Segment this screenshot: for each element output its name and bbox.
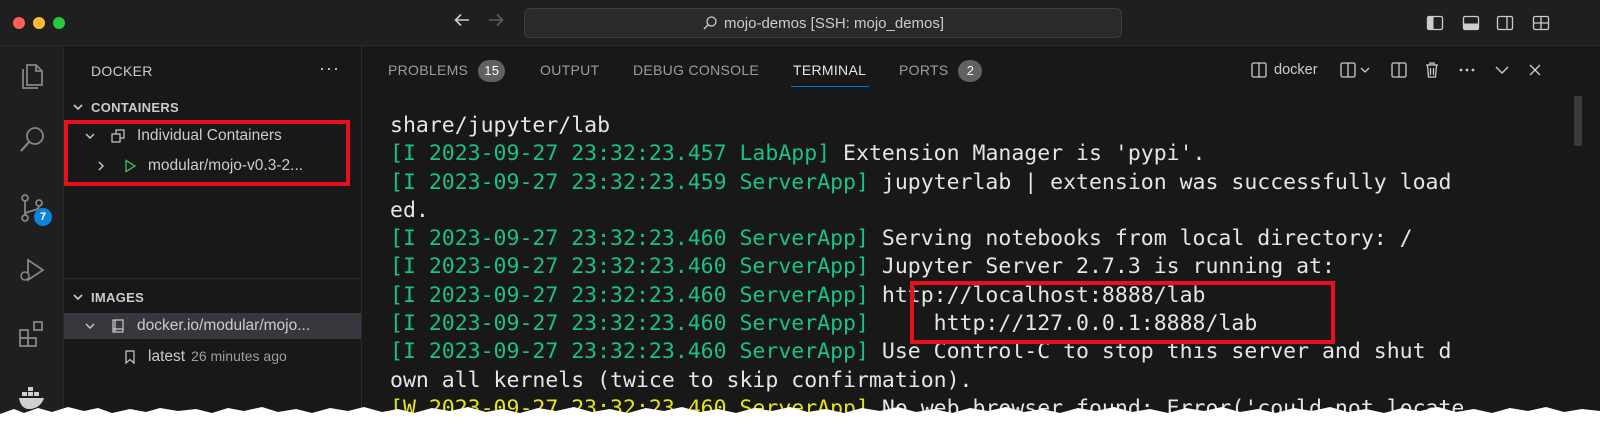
- extensions-icon[interactable]: [16, 318, 48, 350]
- images-section-header[interactable]: IMAGES: [64, 287, 361, 309]
- chevron-down-icon: [73, 294, 83, 301]
- arrow-right-icon: [489, 13, 504, 27]
- log-message: share/jupyter/lab: [390, 113, 611, 138]
- tab-problems[interactable]: PROBLEMS 15: [388, 60, 506, 82]
- more-actions-icon[interactable]: [1457, 60, 1477, 80]
- log-message: Serving notebooks from local directory: …: [868, 226, 1413, 252]
- more-actions-button[interactable]: ···: [319, 58, 340, 79]
- problems-count-badge: 15: [478, 60, 506, 82]
- split-terminal-icon[interactable]: [1338, 60, 1358, 80]
- log-prefix: [I 2023-09-27 23:32:23.460 ServerApp]: [390, 282, 869, 308]
- go-back-button[interactable]: [452, 10, 472, 35]
- run-debug-icon[interactable]: [16, 254, 48, 286]
- search-icon: [703, 16, 717, 30]
- split-editor-icon[interactable]: [1389, 60, 1409, 80]
- toggle-panel-icon[interactable]: [1461, 13, 1481, 33]
- terminal-name[interactable]: docker: [1274, 62, 1318, 78]
- containers-highlight-box: [64, 120, 350, 186]
- tab-ports-label: PORTS: [899, 62, 949, 78]
- log-message: jupyterlab | extension was successfully …: [868, 169, 1452, 195]
- source-control-badge: 7: [34, 208, 52, 226]
- sidebar-title: DOCKER: [91, 63, 153, 79]
- terminal-line: share/jupyter/lab: [390, 112, 1570, 140]
- section-divider: [64, 278, 361, 279]
- tag-icon: [125, 350, 135, 365]
- log-prefix: [I 2023-09-27 23:32:23.460 ServerApp]: [390, 254, 869, 280]
- tab-problems-label: PROBLEMS: [388, 62, 469, 78]
- vscode-window: mojo-demos [SSH: mojo_demos] 7 DOCKER ··…: [0, 0, 1600, 448]
- toggle-secondary-sidebar-icon[interactable]: [1495, 13, 1515, 33]
- terminal-scrollbar[interactable]: [1574, 96, 1582, 146]
- terminal-line: [I 2023-09-27 23:32:23.459 ServerApp] ju…: [390, 169, 1570, 197]
- command-center-search[interactable]: mojo-demos [SSH: mojo_demos]: [524, 8, 1122, 38]
- window-title: mojo-demos [SSH: mojo_demos]: [723, 15, 945, 32]
- image-item[interactable]: docker.io/modular/mojo...: [64, 313, 361, 339]
- torn-edge: [0, 407, 1600, 448]
- tab-terminal[interactable]: TERMINAL: [793, 62, 866, 78]
- search-activity-icon[interactable]: [16, 124, 48, 156]
- minimize-window-button[interactable]: [33, 17, 45, 29]
- log-message: Extension Manager is 'pypi'.: [830, 141, 1206, 167]
- terminal-line: [I 2023-09-27 23:32:23.460 ServerApp] Se…: [390, 225, 1570, 253]
- toggle-primary-sidebar-icon[interactable]: [1425, 13, 1445, 33]
- close-window-button[interactable]: [13, 17, 25, 29]
- log-prefix: [I 2023-09-27 23:32:23.457 LabApp]: [390, 141, 831, 167]
- image-tag-time: 26 minutes ago: [191, 348, 287, 364]
- containers-header-label: CONTAINERS: [91, 100, 179, 115]
- image-tag-item[interactable]: latest 26 minutes ago: [64, 344, 361, 370]
- log-prefix: [I 2023-09-27 23:32:23.460 ServerApp]: [390, 339, 869, 365]
- url-highlight-box: [910, 281, 1335, 344]
- containers-section-header[interactable]: CONTAINERS: [64, 97, 361, 119]
- images-header-label: IMAGES: [91, 290, 145, 305]
- explorer-icon[interactable]: [16, 60, 48, 92]
- terminal-line: ed.: [390, 197, 1570, 225]
- zoom-window-button[interactable]: [53, 17, 65, 29]
- terminal-line: [I 2023-09-27 23:32:23.460 ServerApp] Ju…: [390, 253, 1570, 281]
- chevron-down-icon: [73, 104, 83, 111]
- tab-debug-console[interactable]: DEBUG CONSOLE: [633, 62, 759, 78]
- arrow-left-icon: [454, 13, 469, 27]
- chevron-down-icon[interactable]: [1358, 60, 1372, 80]
- ports-count-badge: 2: [958, 60, 983, 82]
- tab-output[interactable]: OUTPUT: [540, 62, 599, 78]
- customize-layout-icon[interactable]: [1531, 13, 1551, 33]
- chevron-down-icon: [85, 323, 95, 329]
- log-prefix: [I 2023-09-27 23:32:23.459 ServerApp]: [390, 169, 869, 195]
- terminal-output[interactable]: share/jupyter/lab [I 2023-09-27 23:32:23.…: [390, 112, 1570, 423]
- log-prefix: [I 2023-09-27 23:32:23.460 ServerApp]: [390, 311, 869, 337]
- terminal-line: [I 2023-09-27 23:32:23.457 LabApp] Exten…: [390, 140, 1570, 168]
- log-message: ed.: [390, 197, 429, 223]
- terminal-instance-icon: [1251, 62, 1267, 78]
- maximize-panel-chevron-icon[interactable]: [1492, 60, 1512, 80]
- active-tab-indicator: [791, 86, 869, 87]
- log-message: Jupyter Server 2.7.3 is running at:: [868, 254, 1335, 280]
- image-tag-label: latest: [148, 348, 186, 365]
- image-icon: [112, 319, 124, 333]
- title-bar: mojo-demos [SSH: mojo_demos]: [0, 0, 1600, 46]
- image-label: docker.io/modular/mojo...: [137, 317, 311, 334]
- go-forward-button[interactable]: [486, 10, 506, 35]
- tab-ports[interactable]: PORTS 2: [899, 60, 983, 82]
- log-prefix: [I 2023-09-27 23:32:23.460 ServerApp]: [390, 226, 869, 252]
- close-panel-icon[interactable]: [1525, 60, 1545, 80]
- trash-icon[interactable]: [1422, 60, 1442, 80]
